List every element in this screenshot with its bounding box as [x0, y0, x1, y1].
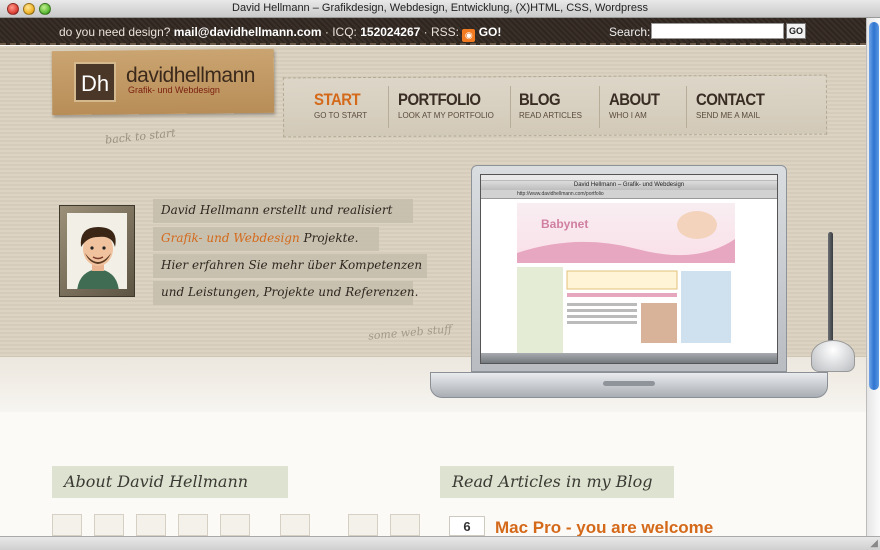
design-prompt: do you need design?: [59, 25, 171, 39]
gallery-thumb[interactable]: [136, 514, 166, 536]
blog-heading-text: Read Articles in my Blog: [452, 472, 653, 491]
post-date-badge: 6: [449, 516, 485, 536]
mini-header: Babynet: [517, 203, 735, 263]
icq-label: ICQ:: [332, 25, 357, 39]
nav-sublabel: WHO I AM: [609, 111, 647, 120]
nav-label: PORTFOLIO: [398, 90, 481, 109]
avatar: [67, 213, 127, 289]
status-bar: ◢: [0, 536, 880, 550]
window-title: David Hellmann – Grafikdesign, Webdesign…: [232, 2, 648, 14]
gallery-thumb[interactable]: [52, 514, 82, 536]
gallery-thumb[interactable]: [390, 514, 420, 536]
intro-line-4: und Leistungen, Projekte und Referenzen.: [153, 281, 418, 305]
avatar-illustration: [67, 213, 127, 289]
blog-heading: Read Articles in my Blog: [440, 466, 674, 498]
logo-tagline: Grafik- und Webdesign: [128, 85, 220, 95]
gallery-thumb[interactable]: [94, 514, 124, 536]
logo-mark[interactable]: Dh: [74, 62, 116, 102]
nav-divider: [686, 86, 687, 128]
mini-dock: [481, 353, 777, 363]
rss-separator: ·: [423, 25, 428, 39]
scroll-thumb[interactable]: [869, 22, 879, 390]
resize-grip-icon[interactable]: ◢: [870, 538, 878, 549]
mini-address-bar: http://www.davidhellmann.com/portfolio: [481, 190, 777, 199]
rss-label: RSS:: [431, 25, 460, 39]
intro-text: und Leistungen, Projekte und Referenzen.: [161, 285, 419, 299]
gallery-thumb[interactable]: [348, 514, 378, 536]
blog-post-title-link[interactable]: Mac Pro - you are welcome: [495, 518, 713, 538]
nav-label: ABOUT: [609, 90, 660, 109]
icq-number: 152024267: [360, 25, 421, 39]
about-heading-text: About David Hellmann: [64, 472, 249, 491]
search-go-button[interactable]: GO: [786, 23, 806, 39]
nav-divider: [510, 86, 511, 128]
gallery-thumb[interactable]: [280, 514, 310, 536]
nav-item-contact[interactable]: CONTACT SEND ME A MAIL: [696, 90, 774, 120]
nav-item-start[interactable]: START GO TO START: [314, 90, 367, 120]
gallery-thumb[interactable]: [220, 514, 250, 536]
laptop-slot: [603, 381, 655, 386]
intro-text: Projekte.: [299, 231, 359, 245]
mini-webpage: Babynet: [517, 203, 735, 353]
pen-stand: [811, 340, 855, 372]
icq-separator: ·: [324, 25, 329, 39]
search-label: Search:: [609, 25, 651, 39]
intro-line-1: David Hellmann erstellt und realisiert: [153, 199, 413, 223]
window-titlebar: David Hellmann – Grafikdesign, Webdesign…: [0, 0, 880, 18]
gallery-thumb[interactable]: [178, 514, 208, 536]
nav-label: START: [314, 90, 361, 109]
intro-line-3: Hier erfahren Sie mehr über Kompetenzen: [153, 254, 427, 278]
nav-sublabel: READ ARTICLES: [519, 111, 582, 120]
nav-divider: [388, 86, 389, 128]
intro-accent-text: Grafik- und Webdesign: [161, 231, 300, 245]
nav-label: BLOG: [519, 90, 561, 109]
about-gallery: [52, 514, 422, 536]
mini-window-title: David Hellmann – Grafik- und Webdesign: [481, 181, 777, 190]
search-input[interactable]: [651, 23, 784, 39]
pen-icon: [828, 232, 833, 344]
contact-line: do you need design? mail@davidhellmann.c…: [59, 25, 501, 42]
nav-sublabel: SEND ME A MAIL: [696, 111, 761, 120]
mini-content-art: [517, 267, 731, 353]
portrait-frame: [59, 205, 135, 297]
nav-item-portfolio[interactable]: PORTFOLIO LOOK AT MY PORTFOLIO: [398, 90, 494, 120]
top-contact-bar: do you need design? mail@davidhellmann.c…: [0, 18, 866, 45]
nav-label: CONTACT: [696, 90, 765, 109]
intro-line-2: Grafik- und Webdesign Projekte.: [153, 227, 379, 251]
rss-icon[interactable]: ◉: [462, 29, 476, 42]
laptop-screen[interactable]: David Hellmann – Grafik- und Webdesign h…: [480, 174, 778, 364]
nav-item-blog[interactable]: BLOG READ ARTICLES: [519, 90, 582, 120]
nav-sublabel: GO TO START: [314, 111, 368, 120]
rss-go-link[interactable]: GO!: [479, 25, 502, 39]
intro-text: Hier erfahren Sie mehr über Kompetenzen: [161, 258, 423, 272]
about-heading: About David Hellmann: [52, 466, 288, 498]
mini-header-art: [517, 211, 735, 263]
vertical-scrollbar[interactable]: [866, 18, 880, 536]
email-link[interactable]: mail@davidhellmann.com: [174, 25, 322, 39]
nav-divider: [599, 86, 600, 128]
intro-text: David Hellmann erstellt und realisiert: [161, 203, 393, 217]
nav-item-about[interactable]: ABOUT WHO I AM: [609, 90, 666, 120]
nav-sublabel: LOOK AT MY PORTFOLIO: [398, 111, 494, 120]
